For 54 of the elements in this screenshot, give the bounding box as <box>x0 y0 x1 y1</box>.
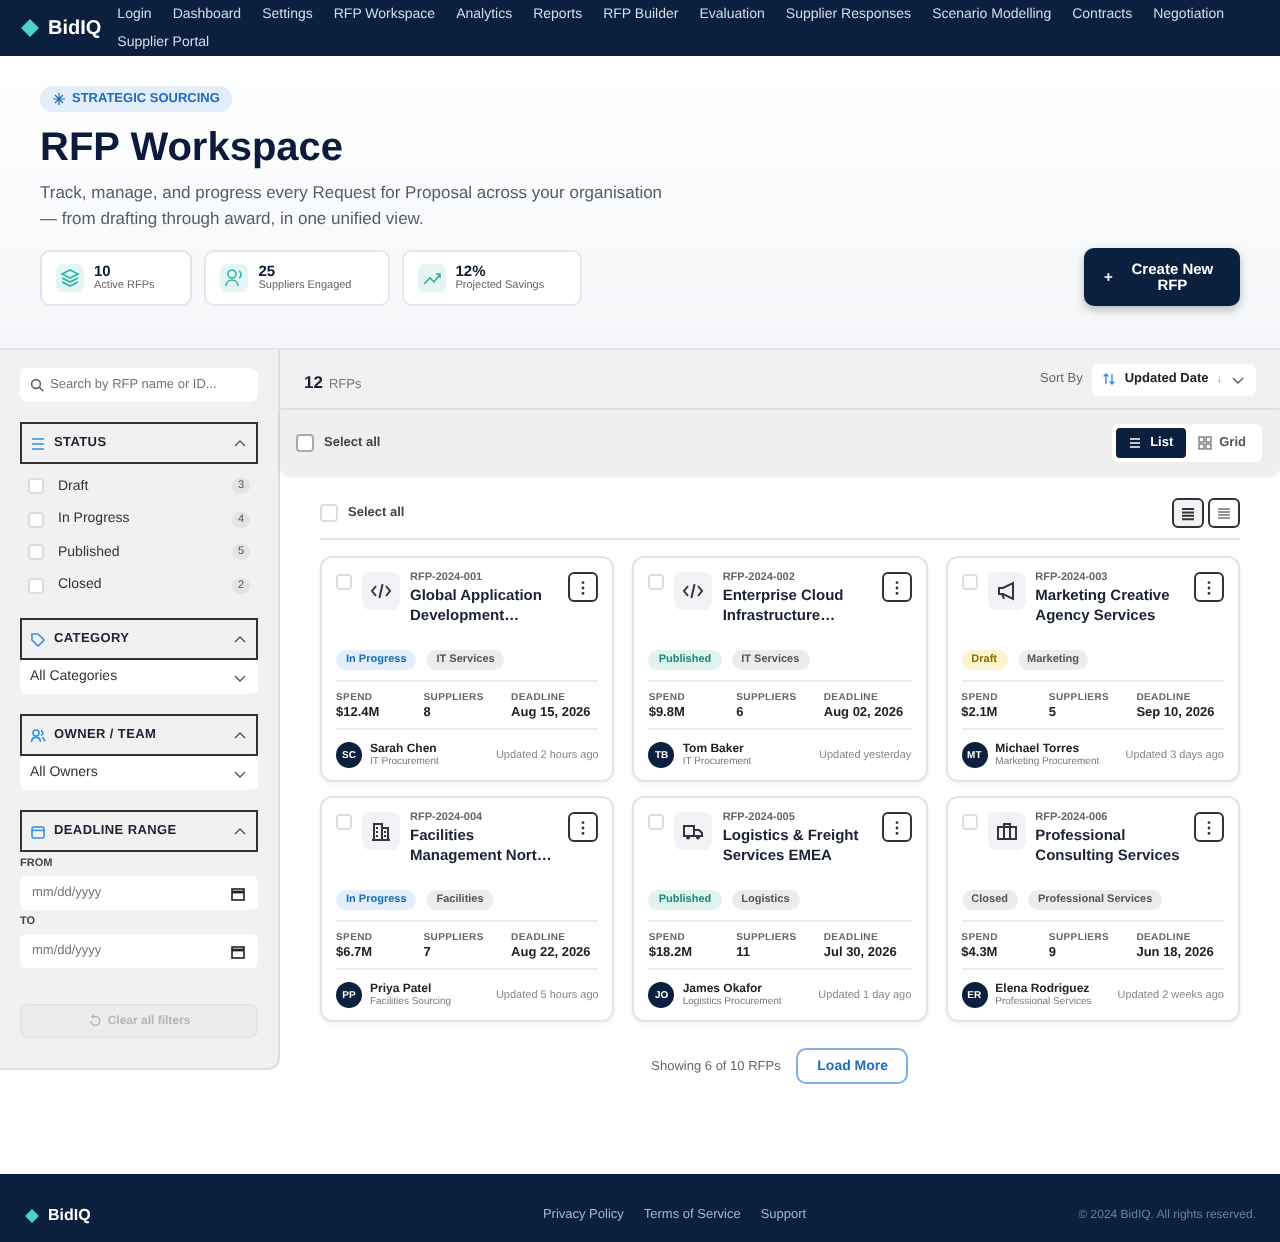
kebab-icon <box>893 579 900 595</box>
calendar-icon <box>30 823 46 839</box>
truck-icon <box>674 812 713 850</box>
kebab-icon <box>580 819 587 835</box>
kebab-icon <box>1205 579 1212 595</box>
trend-icon <box>417 264 446 292</box>
search-icon <box>30 378 44 392</box>
list-icon <box>1180 505 1196 521</box>
more-options-button[interactable] <box>568 812 599 842</box>
brand-name: BidIQ <box>48 1206 91 1224</box>
kebab-icon <box>893 819 900 835</box>
more-options-button[interactable] <box>881 812 912 842</box>
checkbox[interactable] <box>648 814 665 830</box>
diamond-logo-icon <box>24 1207 40 1223</box>
users-icon <box>30 727 46 743</box>
megaphone-icon <box>987 572 1026 610</box>
checkbox[interactable] <box>961 814 978 830</box>
compact-list-icon <box>1216 505 1232 521</box>
reset-icon <box>87 1014 102 1028</box>
sort-icon <box>1102 372 1117 386</box>
page-description: Track, manage, and progress every Request for Proposal across your organisation — from drafting through award, in one unified view. <box>40 180 665 232</box>
kebab-icon <box>1205 819 1212 835</box>
checkbox[interactable] <box>961 574 978 590</box>
kebab-icon <box>580 579 587 595</box>
checkbox[interactable] <box>28 511 44 528</box>
layers-icon <box>56 264 84 292</box>
calendar-icon <box>230 943 246 959</box>
more-options-button[interactable] <box>1193 572 1224 602</box>
comfortable-view-button[interactable] <box>1172 498 1204 528</box>
diamond-logo-icon <box>20 18 40 38</box>
more-options-button[interactable] <box>1193 812 1224 842</box>
brand-name: BidIQ <box>48 17 102 39</box>
calendar-icon <box>230 885 246 901</box>
list-icon <box>30 435 46 451</box>
building-icon <box>362 812 400 850</box>
tag-icon <box>30 631 46 647</box>
code-icon <box>674 572 713 610</box>
briefcase-icon <box>987 812 1026 850</box>
more-options-button[interactable] <box>568 572 599 602</box>
code-icon <box>362 572 400 610</box>
checkbox[interactable] <box>28 478 44 495</box>
checkbox[interactable] <box>336 574 352 590</box>
checkbox[interactable] <box>28 544 44 561</box>
checkbox[interactable] <box>28 577 44 594</box>
page-title: RFP Workspace <box>40 126 346 172</box>
grid-icon <box>1197 435 1212 449</box>
checkbox[interactable] <box>336 814 352 830</box>
checkbox[interactable] <box>648 574 665 590</box>
list-icon <box>1128 435 1143 449</box>
user-icon <box>220 264 249 292</box>
sparkle-icon <box>52 92 66 106</box>
compact-view-button[interactable] <box>1208 498 1240 528</box>
more-options-button[interactable] <box>881 572 912 602</box>
result-count: 12 <box>304 371 323 391</box>
